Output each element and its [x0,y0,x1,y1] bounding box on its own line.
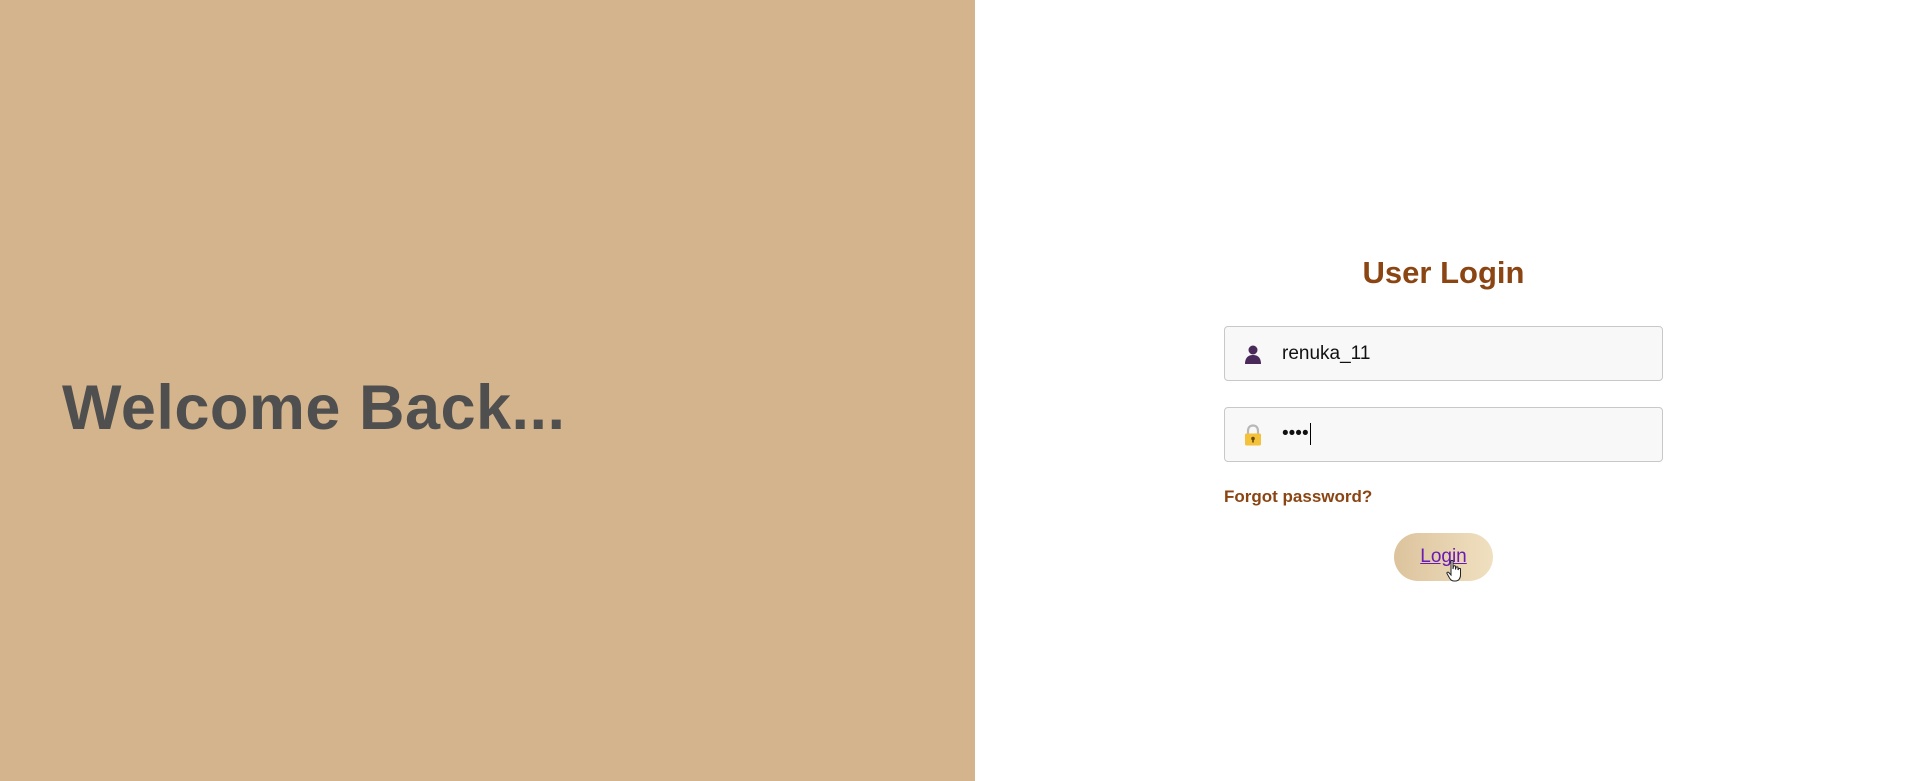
user-icon [1242,343,1264,365]
text-caret [1309,423,1311,446]
lock-icon [1242,423,1264,446]
login-button-wrap: Login [1224,533,1663,582]
forgot-password-link[interactable]: Forgot password? [1224,487,1372,507]
login-button[interactable]: Login [1394,533,1493,582]
welcome-heading: Welcome Back... [62,373,566,443]
welcome-panel: Welcome Back... [0,0,975,781]
login-page: Welcome Back... User Login renuka_11 •••… [0,0,1909,781]
login-panel: User Login renuka_11 •••• Forgot passwor… [975,0,1909,781]
login-title: User Login [1362,255,1525,290]
password-value: •••• [1282,423,1311,446]
username-field[interactable]: renuka_11 [1224,326,1663,381]
username-value: renuka_11 [1282,342,1371,364]
password-field[interactable]: •••• [1224,407,1663,462]
login-form: User Login renuka_11 •••• Forgot passwor… [1224,250,1663,582]
hand-cursor-icon [1446,553,1462,601]
